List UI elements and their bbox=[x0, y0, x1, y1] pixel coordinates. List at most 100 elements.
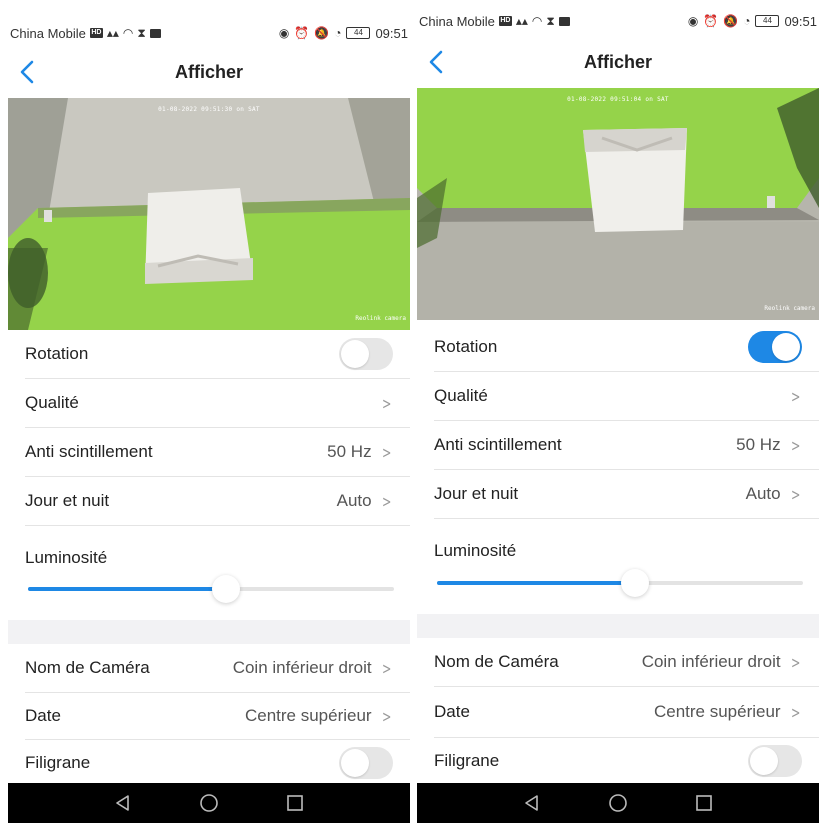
camera-image bbox=[417, 88, 819, 320]
chevron-right-icon: > bbox=[381, 442, 391, 462]
brightness-thumb[interactable] bbox=[620, 569, 649, 597]
triangle-back-icon bbox=[116, 795, 129, 811]
notification-icon bbox=[558, 16, 570, 26]
rotation-toggle[interactable] bbox=[339, 338, 393, 370]
watermark-toggle[interactable] bbox=[748, 745, 802, 777]
rotation-row: Rotation bbox=[8, 330, 410, 378]
day-night-value: Auto bbox=[336, 491, 372, 510]
rotation-toggle[interactable] bbox=[748, 331, 802, 363]
chevron-left-icon bbox=[429, 50, 443, 74]
watermark-label: Filigrane bbox=[434, 751, 500, 770]
clock: 09:51 bbox=[375, 25, 408, 41]
chevron-right-icon: > bbox=[790, 435, 800, 455]
page-title: Afficher bbox=[583, 51, 652, 72]
nav-recents-button[interactable] bbox=[691, 790, 717, 816]
camera-name-value: Coin inférieur droit bbox=[641, 652, 781, 671]
watermark-label: Filigrane bbox=[25, 753, 91, 772]
date-value: Centre supérieur bbox=[653, 702, 781, 721]
anti-flicker-label: Anti scintillement bbox=[25, 442, 153, 461]
quality-row[interactable]: Qualité > bbox=[417, 372, 819, 420]
signal-icon: ▴▴ bbox=[515, 14, 528, 28]
camera-name-value: Coin inférieur droit bbox=[232, 658, 372, 677]
anti-flicker-label: Anti scintillement bbox=[434, 435, 562, 454]
nav-back-button[interactable] bbox=[519, 790, 545, 816]
brightness-fill bbox=[28, 587, 226, 591]
chevron-right-icon: > bbox=[790, 484, 800, 504]
quality-label: Qualité bbox=[25, 393, 79, 412]
quality-label: Qualité bbox=[434, 386, 488, 405]
notification-icon bbox=[149, 28, 161, 38]
camera-name-label: Nom de Caméra bbox=[25, 658, 150, 677]
brightness-row: Luminosité bbox=[417, 533, 819, 569]
eye-icon: ◉ bbox=[687, 14, 699, 28]
watermark-row: Filigrane bbox=[417, 738, 819, 784]
video-camera-name: Reolink camera bbox=[355, 315, 406, 322]
date-value: Centre supérieur bbox=[244, 706, 372, 725]
wifi-icon: ◠ bbox=[531, 14, 543, 28]
date-row[interactable]: Date Centre supérieur > bbox=[8, 693, 410, 739]
circle-home-icon bbox=[200, 794, 218, 812]
eye-icon: ◉ bbox=[278, 26, 290, 40]
chevron-left-icon bbox=[20, 60, 34, 84]
day-night-label: Jour et nuit bbox=[25, 491, 110, 510]
brightness-fill bbox=[437, 581, 635, 585]
day-night-row[interactable]: Jour et nuit Auto > bbox=[417, 470, 819, 518]
nav-home-button[interactable] bbox=[196, 790, 222, 816]
square-recents-icon bbox=[287, 795, 303, 811]
chevron-right-icon: > bbox=[381, 706, 391, 726]
watermark-row: Filigrane bbox=[8, 740, 410, 786]
phone-screen-left: China Mobile HD ▴▴ ◠ ⧗ ◉ ⏰ 🔕 ◔ 44 09:51 … bbox=[8, 0, 410, 823]
watermark-toggle[interactable] bbox=[339, 747, 393, 779]
brightness-slider[interactable] bbox=[28, 574, 394, 604]
system-nav-bar bbox=[417, 783, 819, 823]
page-title: Afficher bbox=[174, 61, 243, 82]
date-row[interactable]: Date Centre supérieur > bbox=[417, 687, 819, 737]
carrier-label: China Mobile bbox=[419, 13, 495, 29]
camera-name-row[interactable]: Nom de Caméra Coin inférieur droit > bbox=[8, 644, 410, 692]
nav-recents-button[interactable] bbox=[282, 790, 308, 816]
camera-name-label: Nom de Caméra bbox=[434, 652, 559, 671]
mute-icon: 🔕 bbox=[723, 14, 739, 28]
nav-back-button[interactable] bbox=[110, 790, 136, 816]
brightness-thumb[interactable] bbox=[211, 575, 240, 603]
status-bar: China Mobile HD ▴▴ ◠ ⧗ ◉ ⏰ 🔕 ◔ 44 09:51 bbox=[8, 18, 410, 48]
rotation-label: Rotation bbox=[25, 344, 89, 363]
phone-screen-right: China Mobile HD ▴▴ ◠ ⧗ ◉ ⏰ 🔕 ◔ 44 09:51 … bbox=[417, 0, 819, 823]
back-button[interactable] bbox=[423, 46, 451, 78]
chevron-right-icon: > bbox=[790, 702, 800, 722]
speed-icon: ◔ bbox=[743, 14, 751, 28]
status-bar: China Mobile HD ▴▴ ◠ ⧗ ◉ ⏰ 🔕 ◔ 44 09:51 bbox=[417, 6, 819, 36]
camera-preview[interactable]: 01-08-2022 09:51:04 on SAT Reolink camer… bbox=[417, 88, 819, 320]
brightness-label: Luminosité bbox=[25, 548, 108, 567]
anti-flicker-row[interactable]: Anti scintillement 50 Hz > bbox=[417, 421, 819, 469]
brightness-row: Luminosité bbox=[8, 540, 410, 576]
brightness-slider[interactable] bbox=[437, 568, 803, 598]
video-camera-name: Reolink camera bbox=[764, 305, 815, 312]
speed-icon: ◔ bbox=[334, 26, 342, 40]
back-button[interactable] bbox=[14, 56, 42, 88]
video-timestamp: 01-08-2022 09:51:30 on SAT bbox=[158, 106, 260, 113]
mute-icon: 🔕 bbox=[314, 26, 330, 40]
clock: 09:51 bbox=[784, 13, 817, 29]
date-label: Date bbox=[434, 702, 470, 721]
hourglass-icon: ⧗ bbox=[546, 13, 555, 28]
battery-icon: 44 bbox=[346, 27, 371, 39]
camera-preview[interactable]: 01-08-2022 09:51:30 on SAT Reolink camer… bbox=[8, 98, 410, 330]
date-label: Date bbox=[25, 706, 61, 725]
anti-flicker-row[interactable]: Anti scintillement 50 Hz > bbox=[8, 428, 410, 476]
anti-flicker-value: 50 Hz bbox=[736, 435, 781, 454]
chevron-right-icon: > bbox=[790, 386, 800, 406]
camera-name-row[interactable]: Nom de Caméra Coin inférieur droit > bbox=[417, 638, 819, 686]
anti-flicker-value: 50 Hz bbox=[327, 442, 372, 461]
nav-home-button[interactable] bbox=[605, 790, 631, 816]
day-night-row[interactable]: Jour et nuit Auto > bbox=[8, 477, 410, 525]
hourglass-icon: ⧗ bbox=[137, 25, 146, 40]
system-nav-bar bbox=[8, 783, 410, 823]
triangle-back-icon bbox=[525, 795, 538, 811]
title-bar: Afficher bbox=[8, 52, 410, 92]
quality-row[interactable]: Qualité > bbox=[8, 379, 410, 427]
chevron-right-icon: > bbox=[381, 491, 391, 511]
rotation-label: Rotation bbox=[434, 337, 498, 356]
brightness-label: Luminosité bbox=[434, 541, 517, 560]
hd-badge: HD bbox=[498, 16, 512, 26]
